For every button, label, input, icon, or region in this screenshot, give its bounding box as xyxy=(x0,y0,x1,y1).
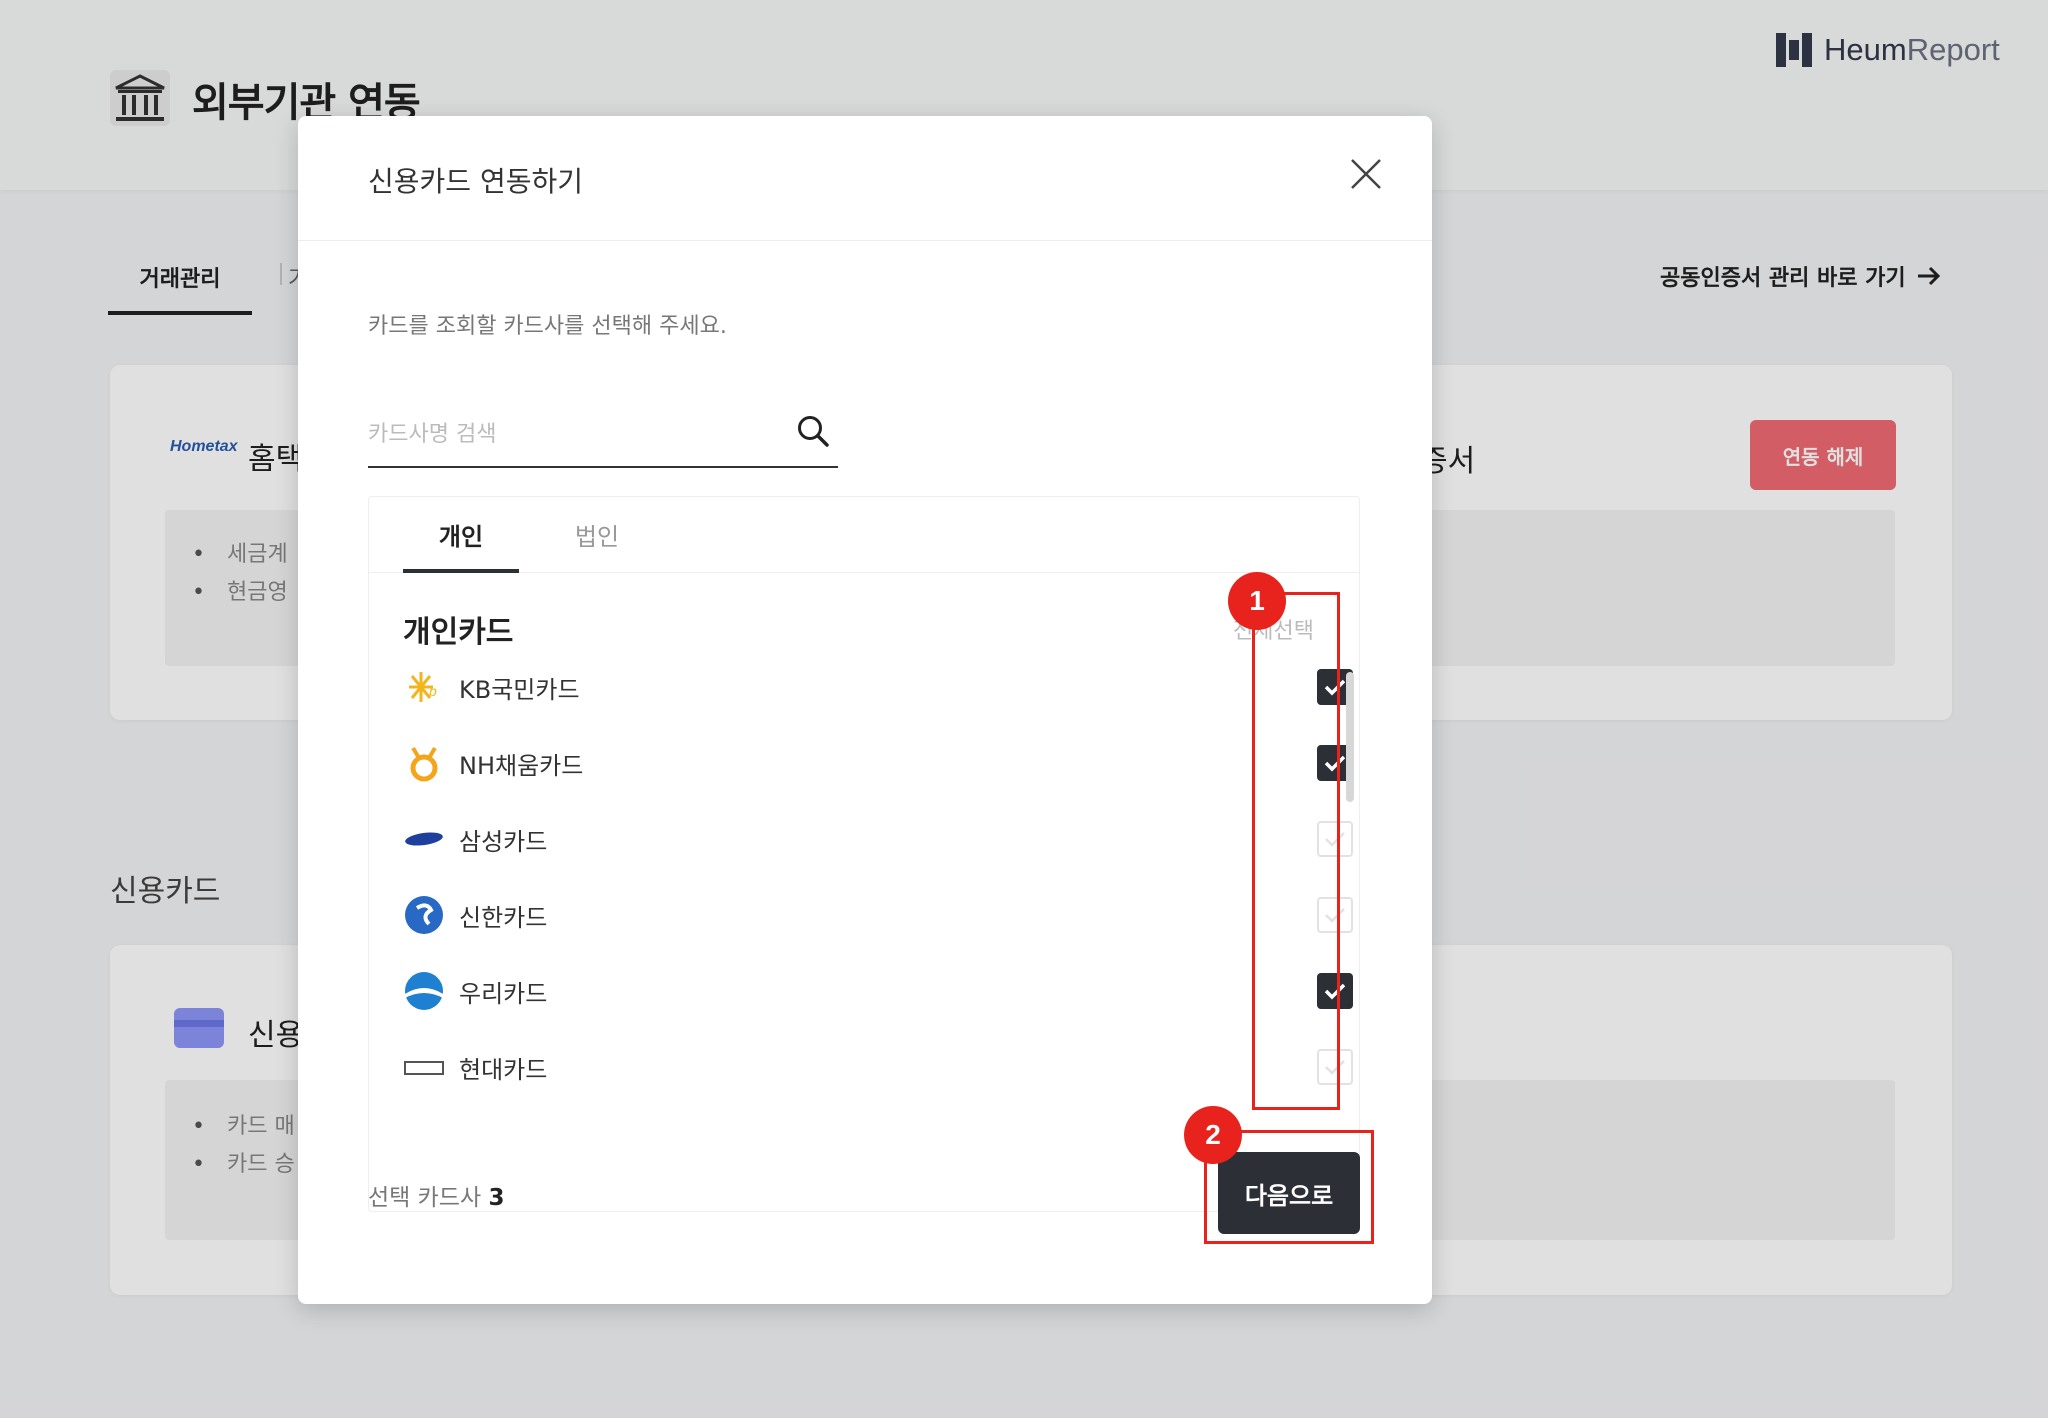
modal-instruction: 카드를 조회할 카드사를 선택해 주세요. xyxy=(368,314,727,339)
card-name: 삼성카드 xyxy=(459,827,548,856)
nh-logo-icon xyxy=(410,746,438,782)
card-row[interactable]: 신한카드 xyxy=(403,877,1353,953)
hyundai-logo-icon xyxy=(404,1061,444,1075)
annotation-badge-1: 1 xyxy=(1228,572,1286,630)
search-field xyxy=(368,406,838,468)
card-row[interactable]: 삼성카드 xyxy=(403,801,1353,877)
samsung-logo-icon xyxy=(405,832,443,846)
card-name: 신한카드 xyxy=(459,903,548,932)
selected-count: 선택 카드사 3 xyxy=(368,1178,504,1212)
card-row[interactable]: b KB국민카드 xyxy=(403,649,1353,725)
card-name: 우리카드 xyxy=(459,979,548,1008)
tab-personal[interactable]: 개인 xyxy=(403,497,519,573)
annotation-box-checkboxes xyxy=(1252,592,1340,1110)
search-icon[interactable] xyxy=(796,414,830,448)
kb-logo-icon: b xyxy=(409,672,437,702)
selected-count-value: 3 xyxy=(488,1185,505,1211)
card-search-input[interactable] xyxy=(368,414,768,454)
card-name: 현대카드 xyxy=(459,1055,548,1084)
card-type-tabs: 개인 법인 xyxy=(369,497,1359,573)
card-name: NH채움카드 xyxy=(459,751,584,780)
modal-divider xyxy=(298,240,1432,241)
list-scrollbar[interactable] xyxy=(1346,672,1354,802)
woori-logo-icon xyxy=(405,972,443,1010)
shinhan-logo-icon xyxy=(405,896,443,934)
selected-count-label: 선택 카드사 xyxy=(368,1185,482,1211)
card-row[interactable]: 우리카드 xyxy=(403,953,1353,1029)
card-row[interactable]: NH채움카드 xyxy=(403,725,1353,801)
card-row[interactable]: 현대카드 xyxy=(403,1029,1353,1105)
close-icon[interactable] xyxy=(1348,156,1384,192)
card-name: KB국민카드 xyxy=(459,675,580,704)
group-title: 개인카드 xyxy=(403,615,514,650)
tab-corporate[interactable]: 법인 xyxy=(539,497,655,573)
annotation-badge-2: 2 xyxy=(1184,1106,1242,1164)
svg-text:b: b xyxy=(429,683,437,699)
card-list-panel: 개인 법인 개인카드 전체선택 b KB국민카드 NH채움카드 삼성카드 신한카… xyxy=(368,496,1360,1212)
modal-title: 신용카드 연동하기 xyxy=(368,165,583,198)
